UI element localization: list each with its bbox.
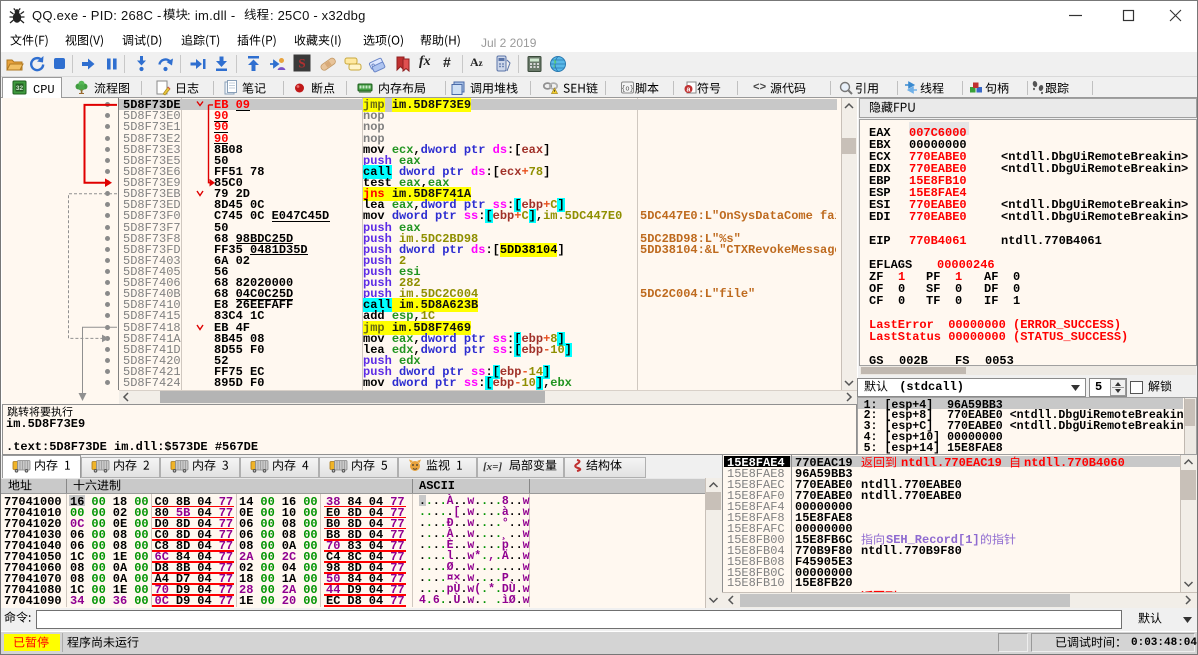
svg-text:S: S [298, 56, 305, 71]
svg-text:32: 32 [16, 85, 24, 92]
svg-text:{o}: {o} [621, 86, 634, 94]
svg-text:a: a [687, 87, 691, 94]
